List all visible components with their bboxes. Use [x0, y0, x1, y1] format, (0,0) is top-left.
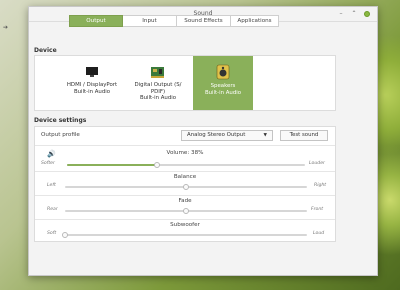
volume-label: Volume: 38%: [166, 150, 204, 156]
subwoofer-min-label: Soft: [47, 231, 57, 236]
fade-slider[interactable]: [65, 208, 307, 214]
volume-slider[interactable]: [67, 162, 305, 168]
device-settings-heading: Device settings: [34, 117, 87, 124]
monitor-icon: [86, 67, 98, 77]
volume-min-label: Softer: [41, 161, 55, 166]
device-spdif-name-1: Digital Output (S/: [134, 82, 182, 88]
device-list: HDMI / DisplayPort Built-in Audio Digita…: [34, 55, 336, 111]
device-spdif[interactable]: Digital Output (S/ PDIF) Built-in Audio: [129, 56, 187, 110]
minimize-button[interactable]: –: [338, 11, 344, 17]
tab-input[interactable]: Input: [123, 15, 177, 27]
subwoofer-slider-handle[interactable]: [62, 232, 68, 238]
balance-slider[interactable]: [65, 184, 307, 190]
divider: [35, 171, 335, 172]
device-hdmi[interactable]: HDMI / DisplayPort Built-in Audio: [61, 56, 123, 110]
speaker-icon: [216, 64, 230, 80]
fade-min-label: Rear: [47, 207, 58, 212]
output-profile-label: Output profile: [41, 132, 80, 138]
sound-card-icon: [151, 67, 164, 78]
device-settings-panel: Output profile Analog Stereo Output ▼ Te…: [34, 126, 336, 242]
tab-applications[interactable]: Applications: [231, 15, 279, 27]
device-spdif-sub: Built-in Audio: [139, 95, 177, 101]
output-profile-value: Analog Stereo Output: [187, 132, 246, 138]
balance-slider-handle[interactable]: [183, 184, 189, 190]
fade-max-label: Front: [311, 207, 324, 212]
divider: [35, 145, 335, 146]
device-hdmi-sub: Built-in Audio: [73, 88, 111, 95]
volume-slider-fill: [67, 164, 158, 166]
restore-button[interactable]: ⌃: [351, 11, 357, 17]
divider: [35, 195, 335, 196]
volume-max-label: Louder: [309, 161, 325, 166]
pin-icon[interactable]: ➔: [3, 24, 8, 31]
divider: [35, 219, 335, 220]
tab-bar: Output Input Sound Effects Applications: [69, 15, 279, 27]
balance-max-label: Right: [314, 183, 327, 188]
balance-label: Balance: [173, 174, 197, 180]
device-speakers-sub: Built-in Audio: [204, 89, 242, 96]
device-hdmi-name: HDMI / DisplayPort: [66, 82, 118, 88]
volume-slider-handle[interactable]: [154, 162, 161, 168]
tab-sound-effects[interactable]: Sound Effects: [177, 15, 231, 27]
tab-output[interactable]: Output: [69, 15, 123, 27]
device-speakers[interactable]: Speakers Built-in Audio: [193, 56, 253, 110]
balance-min-label: Left: [47, 183, 56, 188]
output-profile-select[interactable]: Analog Stereo Output ▼: [181, 130, 273, 141]
fade-slider-handle[interactable]: [183, 208, 189, 214]
fade-label: Fade: [178, 198, 192, 204]
subwoofer-slider[interactable]: [62, 232, 307, 238]
close-button[interactable]: [364, 11, 370, 17]
subwoofer-label: Subwoofer: [170, 222, 200, 228]
test-sound-button[interactable]: Test sound: [280, 130, 328, 141]
subwoofer-max-label: Loud: [313, 231, 325, 236]
chevron-down-icon: ▼: [263, 133, 267, 138]
